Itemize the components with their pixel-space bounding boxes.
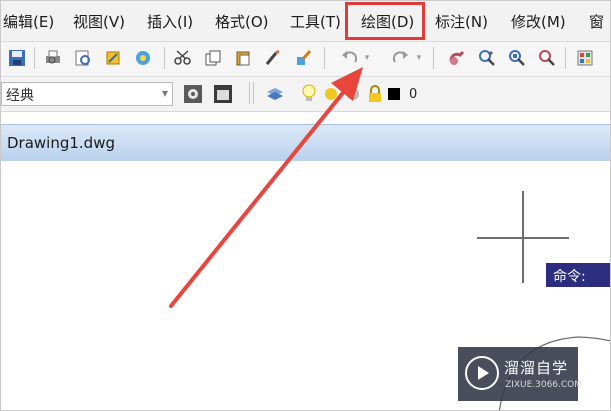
- drawing-tab-bar: Drawing1.dwg: [1, 124, 610, 162]
- chevron-down-icon[interactable]: ▾: [162, 86, 168, 100]
- print-preview-icon[interactable]: [71, 46, 95, 70]
- menu-tools[interactable]: 工具(T): [290, 11, 341, 32]
- menu-modify[interactable]: 修改(M): [511, 11, 566, 32]
- toolbar-gap: [1, 112, 610, 124]
- crosshair-cursor-vertical: [522, 191, 524, 283]
- lock-icon[interactable]: [363, 82, 387, 106]
- menu-format[interactable]: 格式(O): [215, 11, 269, 32]
- watermark-name: 溜溜自学: [504, 359, 569, 377]
- watermark-badge: 溜溜自学 ZIXUE.3066.COM: [458, 347, 582, 401]
- workspace-settings-icon[interactable]: [181, 82, 205, 106]
- standard-toolbar: ▾ ▾: [1, 42, 610, 77]
- layer-manager-icon[interactable]: [263, 82, 287, 106]
- match-properties-icon[interactable]: [261, 46, 285, 70]
- copy-icon[interactable]: [201, 46, 225, 70]
- zoom-realtime-icon[interactable]: [475, 46, 499, 70]
- styles-layers-toolbar: 经典 ▾ 0: [1, 77, 610, 112]
- properties-icon[interactable]: [573, 46, 597, 70]
- freeze-icon[interactable]: [341, 82, 365, 106]
- play-logo-icon: [465, 356, 499, 390]
- undo-dropdown-icon[interactable]: ▾: [361, 46, 373, 70]
- menu-view[interactable]: 视图(V): [73, 11, 125, 32]
- plot-icon[interactable]: [131, 46, 155, 70]
- workspace-combo-value: 经典: [6, 88, 34, 104]
- redo-dropdown-icon[interactable]: ▾: [413, 46, 425, 70]
- sun-icon[interactable]: [319, 82, 343, 106]
- light-bulb-icon[interactable]: [297, 82, 321, 106]
- save-icon[interactable]: [5, 46, 29, 70]
- menu-dimension[interactable]: 标注(N): [435, 11, 488, 32]
- redo-icon[interactable]: [389, 46, 413, 70]
- menu-edit[interactable]: 编辑(E): [3, 11, 54, 32]
- autocad-window: 编辑(E) 视图(V) 插入(I) 格式(O) 工具(T) 绘图(D) 标注(N…: [0, 0, 611, 411]
- print-icon[interactable]: [41, 46, 65, 70]
- zoom-window-icon[interactable]: [505, 46, 529, 70]
- color-swatch-icon[interactable]: [385, 82, 403, 106]
- command-tooltip: 命令:: [546, 263, 610, 287]
- pan-icon[interactable]: [445, 46, 469, 70]
- menu-bar: 编辑(E) 视图(V) 插入(I) 格式(O) 工具(T) 绘图(D) 标注(N…: [1, 1, 610, 42]
- publish-icon[interactable]: [101, 46, 125, 70]
- menu-insert[interactable]: 插入(I): [147, 11, 193, 32]
- draw-menu-highlight-box: [345, 2, 425, 40]
- watermark-url: ZIXUE.3066.COM: [505, 380, 583, 390]
- menu-window[interactable]: 窗: [589, 11, 604, 32]
- drawing-tab[interactable]: Drawing1.dwg: [7, 134, 115, 152]
- toolbar-lock-icon[interactable]: [211, 82, 235, 106]
- paste-icon[interactable]: [231, 46, 255, 70]
- undo-icon[interactable]: [337, 46, 361, 70]
- layer-name[interactable]: 0: [409, 87, 417, 102]
- workspace-combo[interactable]: 经典 ▾: [1, 82, 173, 106]
- cut-icon[interactable]: [171, 46, 195, 70]
- zoom-previous-icon[interactable]: [535, 46, 559, 70]
- block-editor-icon[interactable]: [291, 46, 315, 70]
